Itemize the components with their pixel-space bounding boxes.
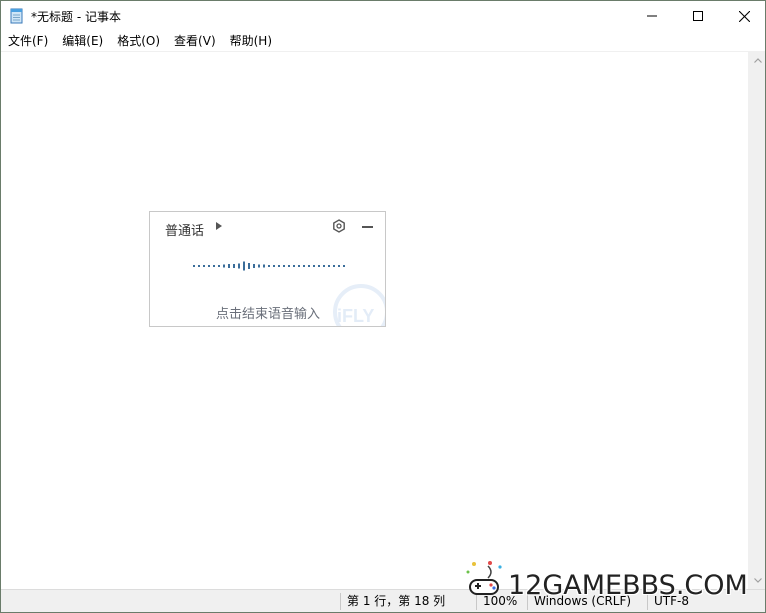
- menu-help[interactable]: 帮助(H): [225, 31, 277, 51]
- waveform-bar: [333, 265, 335, 267]
- svg-text:iFLY: iFLY: [337, 306, 374, 326]
- notepad-window: *无标题 - 记事本 文件(F) 编辑(E) 格式(O) 查看(V) 帮助(H)…: [0, 0, 766, 613]
- waveform-bar: [218, 265, 220, 267]
- waveform-bar: [283, 265, 285, 267]
- menu-file[interactable]: 文件(F): [3, 31, 53, 51]
- menu-view[interactable]: 查看(V): [169, 31, 221, 51]
- waveform-bar: [248, 263, 250, 269]
- audio-waveform: [193, 261, 345, 271]
- waveform-bar: [233, 264, 235, 268]
- waveform-bar: [318, 265, 320, 267]
- waveform-bar: [203, 265, 205, 267]
- minimize-icon[interactable]: [362, 226, 373, 228]
- title-bar[interactable]: *无标题 - 记事本: [1, 1, 765, 31]
- waveform-bar: [313, 265, 315, 267]
- waveform-bar: [268, 265, 270, 267]
- scroll-up-arrow-icon: [753, 58, 762, 63]
- close-icon: [738, 10, 750, 22]
- voice-input-panel[interactable]: 普通话 点击结束语音输入 iFLY: [149, 211, 386, 327]
- menu-edit[interactable]: 编辑(E): [57, 31, 108, 51]
- voice-language-selector[interactable]: 普通话: [165, 220, 204, 239]
- menu-bar: 文件(F) 编辑(E) 格式(O) 查看(V) 帮助(H): [1, 31, 765, 51]
- close-button[interactable]: [721, 1, 765, 31]
- waveform-bar: [208, 265, 210, 267]
- gamepad-logo-icon: [466, 561, 502, 595]
- minimize-icon: [647, 15, 657, 17]
- waveform-bar: [253, 264, 255, 268]
- minimize-button[interactable]: [629, 1, 675, 31]
- maximize-icon: [693, 11, 703, 21]
- site-watermark: 12GAMEBBS.COM: [462, 556, 766, 613]
- stop-voice-input-hint[interactable]: 点击结束语音输入: [216, 303, 320, 322]
- waveform-bar: [263, 264, 265, 268]
- waveform-bar: [288, 265, 290, 267]
- waveform-bar: [243, 261, 245, 271]
- waveform-bar: [303, 265, 305, 267]
- watermark-text: 12GAMEBBS.COM: [508, 570, 748, 601]
- waveform-bar: [223, 264, 225, 268]
- window-title: *无标题 - 记事本: [31, 10, 121, 24]
- scroll-up-button[interactable]: [749, 52, 765, 69]
- dropdown-arrow-icon[interactable]: [216, 222, 222, 230]
- waveform-bar: [213, 265, 215, 267]
- menu-format[interactable]: 格式(O): [112, 31, 165, 51]
- status-cursor-position: 第 1 行，第 18 列: [347, 594, 446, 608]
- waveform-bar: [293, 265, 295, 267]
- waveform-bar: [198, 265, 200, 267]
- notepad-app-icon: [10, 8, 23, 24]
- waveform-bar: [193, 265, 195, 267]
- waveform-bar: [238, 263, 240, 269]
- vertical-scrollbar[interactable]: [748, 52, 765, 589]
- ifly-logo: iFLY: [333, 284, 385, 326]
- waveform-bar: [228, 264, 230, 268]
- waveform-bar: [343, 265, 345, 267]
- waveform-bar: [323, 265, 325, 267]
- maximize-button[interactable]: [675, 1, 721, 31]
- waveform-bar: [328, 265, 330, 267]
- waveform-bar: [308, 265, 310, 267]
- waveform-bar: [273, 265, 275, 267]
- waveform-bar: [258, 264, 260, 268]
- settings-gear-icon[interactable]: [332, 219, 346, 233]
- waveform-bar: [298, 265, 300, 267]
- waveform-bar: [278, 265, 280, 267]
- waveform-bar: [338, 265, 340, 267]
